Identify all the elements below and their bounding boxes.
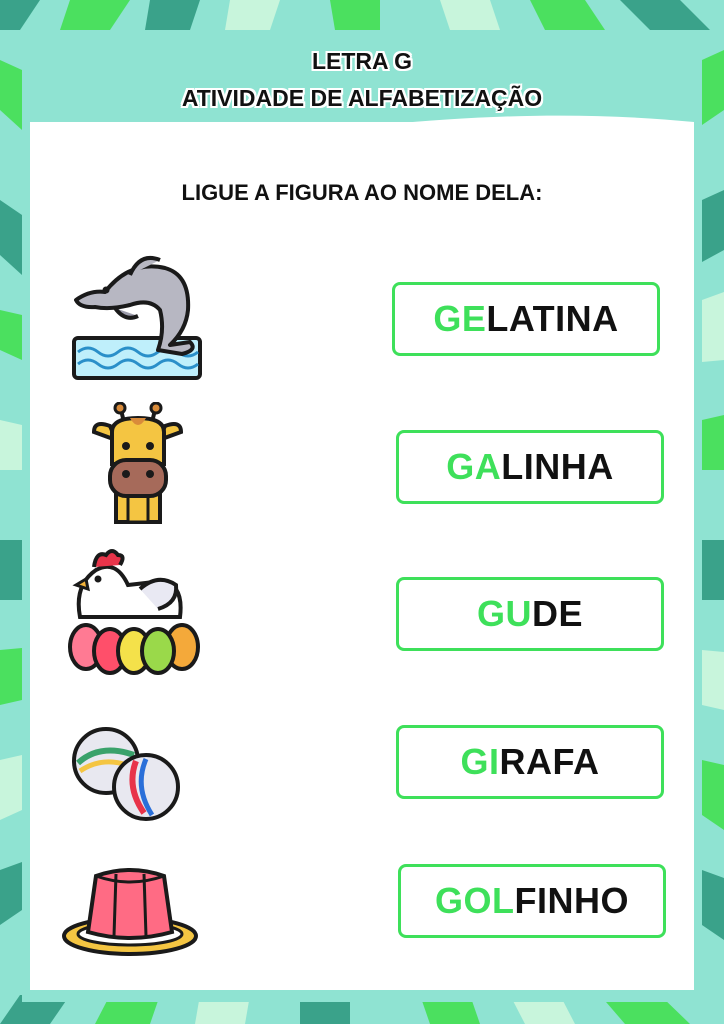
gelatin-icon[interactable]	[60, 862, 200, 958]
word-rest: LATINA	[486, 298, 619, 339]
dolphin-icon[interactable]	[70, 250, 205, 382]
word-syllable: GU	[476, 593, 532, 634]
word-syllable: GI	[460, 741, 500, 782]
word-box-galinha[interactable]: GA LINHA	[396, 430, 664, 504]
word-box-golfinho[interactable]: GOL FINHO	[398, 864, 666, 938]
hen-with-eggs-icon[interactable]	[66, 545, 202, 679]
giraffe-icon[interactable]	[90, 402, 185, 524]
word-syllable: GE	[433, 298, 487, 339]
word-rest: RAFA	[499, 741, 600, 782]
word-rest: LINHA	[501, 446, 614, 487]
word-syllable: GA	[446, 446, 502, 487]
title-line-1: LETRA G	[311, 48, 413, 74]
instruction-text: LIGUE A FIGURA AO NOME DELA:	[181, 180, 543, 205]
word-syllable: GOL	[435, 880, 515, 921]
word-box-gude[interactable]: GU DE	[396, 577, 664, 651]
word-rest: FINHO	[514, 880, 629, 921]
title-line-2: ATIVIDADE DE ALFABETIZAÇÃO	[181, 85, 543, 111]
marbles-icon[interactable]	[70, 725, 182, 823]
word-box-girafa[interactable]: GI RAFA	[396, 725, 664, 799]
word-box-gelatina[interactable]: GE LATINA	[392, 282, 660, 356]
word-rest: DE	[531, 593, 583, 634]
